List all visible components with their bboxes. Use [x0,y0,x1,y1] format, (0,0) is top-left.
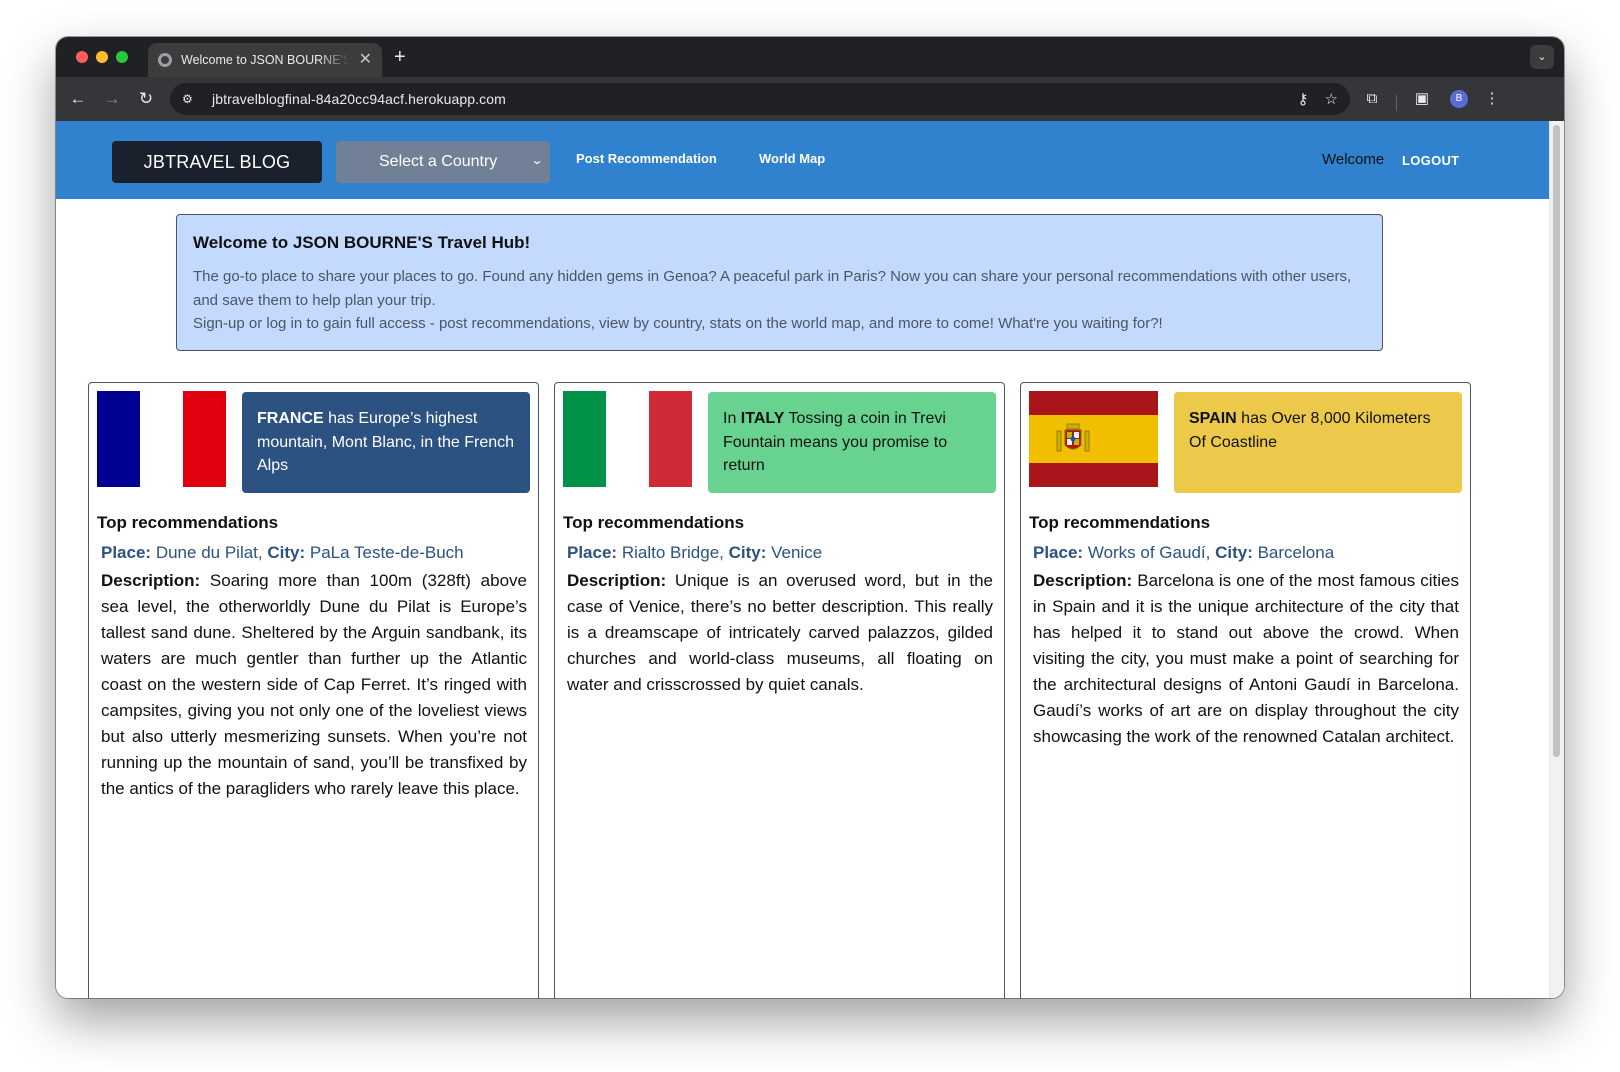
recommendation-description: Description: Soaring more than 100m (328… [101,568,527,802]
flag-stripe [140,391,183,487]
logout-link[interactable]: LOGOUT [1402,153,1459,168]
description-text: Barcelona is one of the most famous citi… [1033,571,1459,746]
globe-icon [158,53,172,67]
flag-stripe [1029,391,1158,415]
place-label: Place: [567,543,618,562]
bookmark-star-icon[interactable]: ☆ [1325,90,1338,108]
description-label: Description: [101,571,201,590]
tab-search-button[interactable]: ⌄ [1530,45,1554,69]
close-window-button[interactable] [76,51,88,63]
city-label: City: [728,543,767,562]
city-name: Venice [771,543,823,562]
city-name: Barcelona [1257,543,1335,562]
site-settings-icon[interactable]: ⚙ [182,92,198,106]
flag-stripe [563,391,606,487]
post-recommendation-link[interactable]: Post Recommendation [576,151,717,166]
back-arrow-icon[interactable]: ← [66,87,90,111]
city-label: City: [1215,543,1253,562]
browser-toolbar: ← → ↻ ⚙ jbtravelblogfinal-84a20cc94acf.h… [56,77,1564,121]
maximize-window-button[interactable] [116,51,128,63]
side-panel-icon[interactable]: ▣ [1410,87,1434,111]
description-label: Description: [567,571,667,590]
country-fact: In ITALY Tossing a coin in Trevi Fountai… [708,392,996,493]
coat-of-arms-icon [1056,423,1090,452]
password-key-icon[interactable]: ⚷ [1298,90,1309,108]
fact-country: ITALY [740,410,785,427]
recommendation-description: Description: Unique is an overused word,… [567,568,993,698]
flag-stripe [97,391,140,487]
intro-text-line-1: The go-to place to share your places to … [193,268,1352,309]
new-tab-button[interactable]: + [394,45,406,69]
browser-menu-icon[interactable]: ⋮ [1480,87,1504,111]
extensions-icon[interactable]: ⧉ [1360,87,1384,111]
fact-prefix: In [723,410,741,427]
description-text: Soaring more than 100m (328ft) above sea… [101,571,527,798]
tab-strip: Welcome to JSON BOURNE'S ✕ + ⌄ [56,37,1564,77]
reload-icon[interactable]: ↻ [134,87,158,111]
france-flag [97,391,226,487]
place-name: Dune du Pilat [155,543,258,562]
url-text[interactable]: jbtravelblogfinal-84a20cc94acf.herokuapp… [212,91,506,107]
world-map-link[interactable]: World Map [759,151,825,166]
spain-flag [1029,391,1158,487]
flag-stripe [649,391,692,487]
top-recommendations-heading: Top recommendations [1029,513,1211,532]
browser-window: Welcome to JSON BOURNE'S ✕ + ⌄ ← → ↻ ⚙ j… [56,37,1564,998]
forward-arrow-icon[interactable]: → [100,87,124,111]
chevron-down-icon: ⌄ [530,153,544,167]
toolbar-divider [1396,95,1397,111]
country-fact: SPAIN has Over 8,000 Kilometers Of Coast… [1174,392,1462,493]
recommendation-description: Description: Barcelona is one of the mos… [1033,568,1459,750]
place-label: Place: [101,543,152,562]
country-select-label: Select a Country [379,153,498,170]
flag-stripe [606,391,649,487]
tab-close-icon[interactable]: ✕ [359,52,372,68]
welcome-text: Welcome [1322,151,1385,168]
profile-avatar[interactable]: B [1450,90,1468,108]
place-name: Works of Gaudí [1087,543,1206,562]
brand-logo-button[interactable]: JBTRAVEL BLOG [112,141,322,183]
tab-title: Welcome to JSON BOURNE'S [181,53,349,67]
intro-text-line-2: Sign-up or log in to gain full access - … [193,315,1163,332]
country-fact: FRANCE has Europe’s highest mountain, Mo… [242,392,530,493]
country-card-france: FRANCE has Europe’s highest mountain, Mo… [88,382,539,998]
place-city-line: Place: Rialto Bridge, City: Venice [567,543,823,562]
top-recommendations-heading: Top recommendations [563,513,745,532]
browser-tab[interactable]: Welcome to JSON BOURNE'S ✕ [148,43,382,77]
fact-country: SPAIN [1189,410,1237,427]
minimize-window-button[interactable] [96,51,108,63]
italy-flag [563,391,692,487]
place-label: Place: [1033,543,1084,562]
city-name: PaLa Teste-de-Buch [309,543,464,562]
site-navbar: JBTRAVEL BLOG Select a Country ⌄ Post Re… [56,121,1549,199]
intro-body: The go-to place to share your places to … [193,265,1366,336]
country-select[interactable]: Select a Country ⌄ [336,141,550,183]
flag-stripe [1029,415,1158,463]
fact-country: FRANCE [257,410,324,427]
page-scrollbar[interactable] [1549,121,1564,998]
flag-stripe [183,391,226,487]
place-city-line: Place: Works of Gaudí, City: Barcelona [1033,543,1335,562]
city-label: City: [267,543,306,562]
description-label: Description: [1033,571,1133,590]
address-bar[interactable]: ⚙ jbtravelblogfinal-84a20cc94acf.herokua… [170,83,1350,115]
top-recommendations-heading: Top recommendations [97,513,279,532]
place-name: Rialto Bridge [621,543,720,562]
scrollbar-thumb[interactable] [1553,125,1560,757]
place-city-line: Place: Dune du Pilat, City: PaLa Teste-d… [101,543,464,562]
omnibox-actions: ⚷ ☆ [1298,83,1338,115]
intro-title: Welcome to JSON BOURNE'S Travel Hub! [193,233,531,252]
intro-banner: Welcome to JSON BOURNE'S Travel Hub! The… [176,214,1383,351]
country-card-italy: In ITALY Tossing a coin in Trevi Fountai… [554,382,1005,998]
page-viewport: JBTRAVEL BLOG Select a Country ⌄ Post Re… [56,121,1564,998]
flag-stripe [1029,463,1158,487]
country-card-spain: SPAIN has Over 8,000 Kilometers Of Coast… [1020,382,1471,998]
